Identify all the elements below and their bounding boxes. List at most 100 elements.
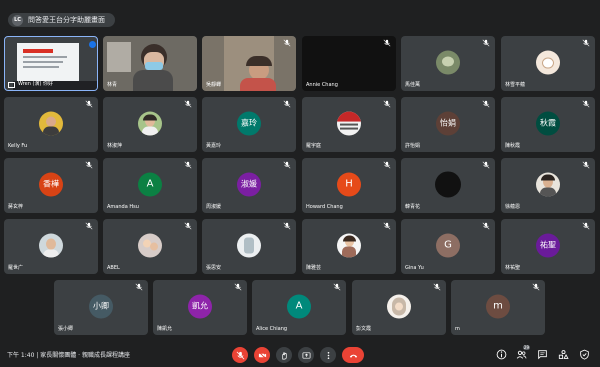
meeting-details-button[interactable] xyxy=(496,349,507,360)
participant-name: ABEL xyxy=(107,265,120,271)
participant-tile[interactable]: Annie Chang xyxy=(302,36,396,91)
participant-tile[interactable]: 嘉玲 黃嘉玲 xyxy=(202,97,296,152)
participant-name: 徐蘊恩 xyxy=(505,204,521,210)
participant-initials-avatar: 怡娟 xyxy=(436,111,460,136)
mic-off-icon xyxy=(85,161,93,169)
participant-tile[interactable]: 林淑萍 xyxy=(103,97,197,152)
participant-tile[interactable]: 羅世广 xyxy=(4,219,98,274)
participant-tile[interactable]: ABEL xyxy=(103,219,197,274)
mic-off-icon xyxy=(283,222,291,230)
participant-name: 羅世广 xyxy=(8,265,24,271)
participant-name: 羅宇庭 xyxy=(306,143,322,149)
participant-avatar-photo xyxy=(337,233,361,258)
mic-off-icon xyxy=(532,283,540,291)
present-icon xyxy=(8,82,15,88)
participant-avatar-photo xyxy=(436,50,460,75)
participant-name: Amanda Hsu xyxy=(107,204,139,210)
participant-initials-avatar: 小卿 xyxy=(89,294,113,319)
participant-tile[interactable]: 韓青花 xyxy=(401,158,495,213)
participant-tile[interactable]: A Amanda Hsu xyxy=(103,158,197,213)
mic-off-icon xyxy=(482,222,490,230)
mic-off-icon xyxy=(482,39,490,47)
participant-tile[interactable]: 張思安 xyxy=(202,219,296,274)
participant-name: Kelly Fu xyxy=(8,143,28,149)
mic-off-icon xyxy=(582,100,590,108)
participant-tile[interactable]: 秋霞 陳秋霞 xyxy=(501,97,595,152)
participant-tile[interactable]: A Alice Chiang xyxy=(252,280,346,335)
participant-tile[interactable]: 祐聖 林祐聖 xyxy=(501,219,595,274)
top-bar: LC 問答愛王台分字助麗畫面 xyxy=(8,10,592,30)
participant-tile[interactable]: Kelly Fu xyxy=(4,97,98,152)
show-everyone-button[interactable]: 29 xyxy=(516,345,530,360)
mic-off-icon xyxy=(383,161,391,169)
mic-off-icon xyxy=(184,100,192,108)
chat-icon xyxy=(537,349,548,360)
participant-avatar-photo xyxy=(337,111,361,136)
host-controls-button[interactable] xyxy=(579,349,590,360)
more-options-button[interactable] xyxy=(320,347,336,363)
camera-off-icon xyxy=(258,351,267,360)
participant-tile[interactable]: 馬佳萬 xyxy=(401,36,495,91)
participant-initials-avatar: 祐聖 xyxy=(536,233,560,258)
participant-tile[interactable]: 小卿 張小卿 xyxy=(54,280,148,335)
participant-tile[interactable]: 怡娟 許怡娟 xyxy=(401,97,495,152)
participant-tile[interactable]: G Gina Yu xyxy=(401,219,495,274)
participant-tile[interactable]: 林青 xyxy=(103,36,197,91)
participant-tile[interactable]: 凱允 陳凱允 xyxy=(153,280,247,335)
more-options-icon xyxy=(324,351,333,360)
participant-initials-avatar: H xyxy=(337,172,361,197)
participant-initials-avatar: G xyxy=(436,233,460,258)
participant-tile[interactable]: m m xyxy=(451,280,545,335)
participant-avatar-dark xyxy=(435,170,461,197)
participant-tile-screen-share[interactable]: Wren (演) 你好 xyxy=(4,36,98,91)
mic-off-icon xyxy=(184,222,192,230)
participant-name: Wren (演) 你好 xyxy=(18,81,53,87)
participant-initials-avatar: A xyxy=(287,294,311,319)
participant-tile[interactable]: 彭文霞 xyxy=(352,280,446,335)
participant-tile[interactable]: 林雪平蘊 xyxy=(501,36,595,91)
participant-avatar-photo xyxy=(138,111,162,136)
participant-initials-avatar: 秋霞 xyxy=(536,111,560,136)
meeting-title-pill[interactable]: LC 問答愛王台分字助麗畫面 xyxy=(8,13,115,27)
participant-avatar-photo xyxy=(39,111,63,136)
raise-hand-button[interactable] xyxy=(276,347,292,363)
participant-name: Annie Chang xyxy=(306,82,338,88)
chat-button[interactable] xyxy=(537,349,548,360)
participant-tile[interactable]: 香樺 蔣玄梓 xyxy=(4,158,98,213)
participant-video xyxy=(103,36,197,91)
raise-hand-icon xyxy=(280,351,289,360)
participant-name: 陳凱允 xyxy=(157,326,173,332)
participant-tile[interactable]: 淑媛 周淑媛 xyxy=(202,158,296,213)
mic-off-icon xyxy=(582,222,590,230)
participant-name: 林淑萍 xyxy=(107,143,123,149)
mic-off-icon xyxy=(234,283,242,291)
participant-name: 張思安 xyxy=(206,265,222,271)
participant-initials-avatar: m xyxy=(486,294,510,319)
participant-name: 許怡娟 xyxy=(405,143,421,149)
org-badge: LC xyxy=(12,14,23,26)
participant-grid: Wren (演) 你好 林青 吳靜蟬 Annie Chang 馬佳萬 林雪平蘊 … xyxy=(4,36,596,341)
participant-initials-avatar: 嘉玲 xyxy=(237,111,261,136)
present-icon xyxy=(302,351,311,360)
participant-name: Alice Chiang xyxy=(256,326,288,332)
participant-name: 林雪平蘊 xyxy=(505,82,526,88)
participant-tile[interactable]: 吳靜蟬 xyxy=(202,36,296,91)
mic-off-icon xyxy=(236,351,245,360)
participant-tile[interactable]: 羅宇庭 xyxy=(302,97,396,152)
participant-avatar-photo xyxy=(237,233,261,258)
participant-tile[interactable]: 陳雅芸 xyxy=(302,219,396,274)
participant-tile[interactable]: H Howard Chang xyxy=(302,158,396,213)
camera-toggle-button[interactable] xyxy=(254,347,270,363)
participant-count-badge: 29 xyxy=(522,345,530,350)
meeting-title: 問答愛王台分字助麗畫面 xyxy=(28,16,105,24)
info-icon xyxy=(496,349,507,360)
present-now-button[interactable] xyxy=(298,347,314,363)
mic-toggle-button[interactable] xyxy=(232,347,248,363)
activities-button[interactable] xyxy=(558,349,569,360)
mic-off-icon xyxy=(85,100,93,108)
mic-off-icon xyxy=(333,283,341,291)
participant-avatar-photo xyxy=(39,233,63,258)
leave-call-button[interactable] xyxy=(342,347,364,363)
participant-name: Gina Yu xyxy=(405,265,424,271)
participant-tile[interactable]: 徐蘊恩 xyxy=(501,158,595,213)
